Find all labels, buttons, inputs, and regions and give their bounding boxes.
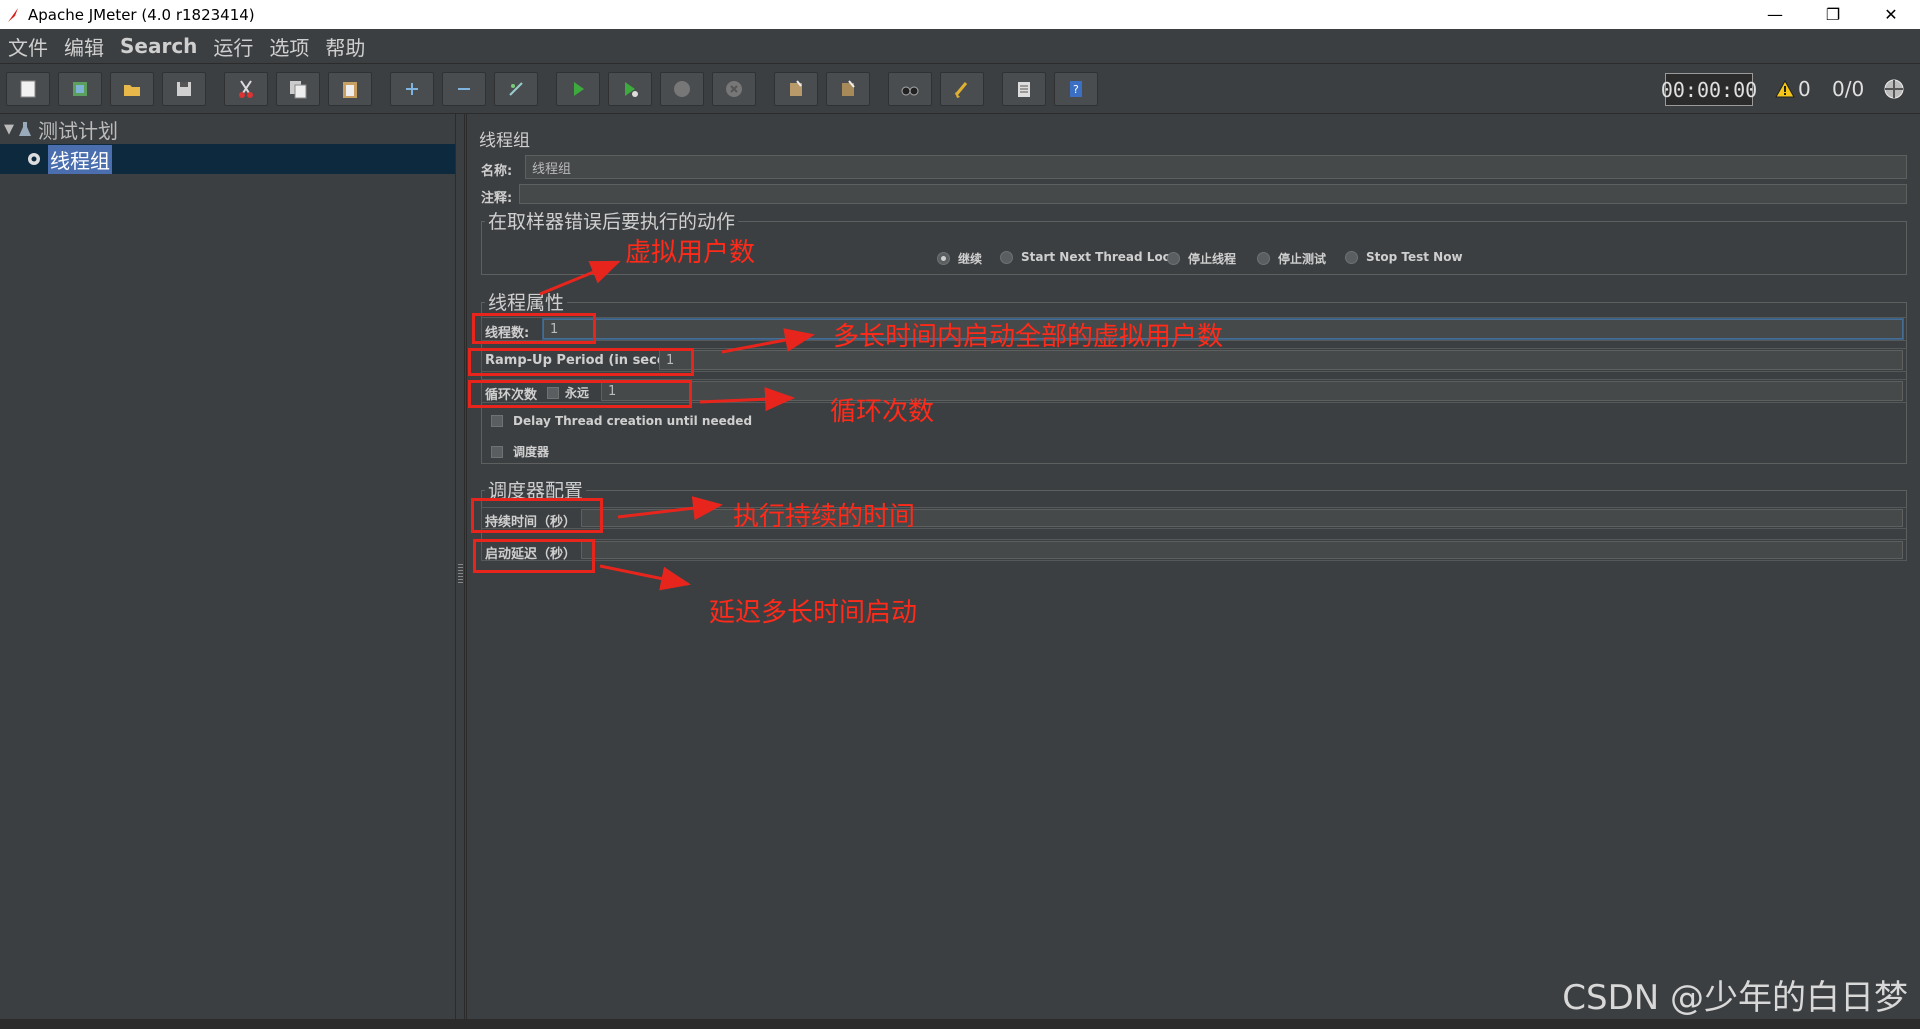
new-file-icon: [20, 80, 36, 98]
open-folder-icon: [124, 85, 140, 96]
jmeter-feather-icon: [8, 7, 18, 22]
function-helper-button[interactable]: [1002, 72, 1046, 106]
stop-icon: [674, 81, 690, 97]
radio-start-next-loop[interactable]: Start Next Thread Loop: [1000, 250, 1180, 264]
menu-search[interactable]: Search: [112, 34, 205, 58]
menu-edit[interactable]: 编辑: [56, 32, 112, 61]
menu-file[interactable]: 文件: [0, 32, 56, 61]
rampup-input[interactable]: 1: [659, 350, 1903, 370]
highlight-duration: [471, 498, 603, 533]
copy-button[interactable]: [276, 72, 320, 106]
bottom-bar: [0, 1019, 1920, 1029]
title-bar: Apache JMeter (4.0 r1823414) — ❐ ✕: [0, 0, 1920, 29]
thread-properties-title: 线程属性: [485, 288, 568, 315]
new-button[interactable]: [6, 72, 50, 106]
shutdown-icon: [726, 81, 742, 97]
gear-icon: [28, 153, 40, 165]
loop-count-input[interactable]: 1: [601, 381, 1903, 401]
clear-button[interactable]: [774, 72, 818, 106]
menu-bar: 文件 编辑 Search 运行 选项 帮助: [0, 29, 1920, 64]
highlight-rampup: [468, 348, 694, 376]
play-no-timers-icon: [625, 82, 638, 97]
csdn-watermark: CSDN @少年的白日梦: [1562, 978, 1908, 1018]
collapse-button[interactable]: [442, 72, 486, 106]
tree-label-test-plan: 测试计划: [38, 118, 118, 143]
delay-thread-checkbox[interactable]: Delay Thread creation until needed: [491, 414, 752, 428]
svg-text:?: ?: [1073, 83, 1079, 96]
clear-broom-icon: [790, 80, 802, 96]
save-icon: [177, 82, 191, 96]
elapsed-timer: 00:00:00: [1661, 73, 1757, 106]
name-input[interactable]: 线程组: [525, 155, 1907, 179]
toolbar: ? 00:00:00 0 0/0: [0, 64, 1920, 114]
annotation-virtual-users: 虚拟用户数: [625, 238, 756, 268]
radio-continue[interactable]: 继续: [937, 250, 982, 267]
radio-stop-test-now[interactable]: Stop Test Now: [1345, 250, 1463, 264]
tree-item-test-plan[interactable]: ▼ 测试计划: [4, 114, 118, 144]
annotation-rampup: 多长时间内启动全部的虚拟用户数: [833, 322, 1224, 352]
test-plan-tree: ▼ 测试计划 线程组: [0, 114, 456, 1019]
help-icon: ?: [1070, 81, 1082, 97]
startup-delay-input[interactable]: [581, 541, 1903, 559]
copy-icon: [290, 81, 307, 99]
annotation-duration: 执行持续的时间: [733, 502, 916, 532]
tree-label-thread-group: 线程组: [48, 144, 112, 174]
start-no-pause-button[interactable]: [608, 72, 652, 106]
highlight-threads: [472, 313, 596, 344]
menu-options[interactable]: 选项: [261, 32, 317, 61]
menu-help[interactable]: 帮助: [317, 32, 373, 61]
reset-search-button[interactable]: [940, 72, 984, 106]
name-label: 名称:: [481, 164, 513, 179]
highlight-loop: [468, 380, 692, 408]
warnings-indicator[interactable]: 0: [1775, 77, 1811, 101]
broom-icon: [954, 82, 968, 98]
expand-arrow-icon[interactable]: ▼: [4, 122, 14, 137]
close-button[interactable]: ✕: [1862, 0, 1920, 29]
toggle-wand-icon: [509, 82, 523, 96]
search-button[interactable]: [888, 72, 932, 106]
error-group-title: 在取样器错误后要执行的动作: [485, 207, 739, 234]
clear-all-icon: [842, 80, 855, 96]
stop-button[interactable]: [660, 72, 704, 106]
templates-icon: [73, 82, 87, 96]
annotation-startup-delay: 延迟多长时间启动: [709, 598, 918, 628]
paste-button[interactable]: [328, 72, 372, 106]
paste-icon: [343, 82, 357, 98]
window-title: Apache JMeter (4.0 r1823414): [28, 5, 255, 24]
globe-icon[interactable]: [1883, 78, 1905, 100]
annotation-loop: 循环次数: [830, 397, 935, 427]
binoculars-icon: [901, 86, 919, 96]
tree-item-thread-group[interactable]: 线程组: [0, 144, 455, 174]
radio-stop-thread[interactable]: 停止线程: [1167, 250, 1236, 267]
toggle-button[interactable]: [494, 72, 538, 106]
list-icon: [1018, 82, 1030, 97]
minus-icon: [458, 88, 470, 90]
scheduler-checkbox[interactable]: 调度器: [491, 443, 549, 460]
templates-button[interactable]: [58, 72, 102, 106]
start-button[interactable]: [556, 72, 600, 106]
menu-run[interactable]: 运行: [205, 32, 261, 61]
minimize-button[interactable]: —: [1746, 0, 1804, 29]
warning-count: 0: [1798, 77, 1811, 101]
save-button[interactable]: [162, 72, 206, 106]
scissors-icon: [239, 80, 253, 98]
radio-stop-test[interactable]: 停止测试: [1257, 250, 1326, 267]
shutdown-button[interactable]: [712, 72, 756, 106]
comment-label: 注释:: [481, 191, 513, 206]
panel-title: 线程组: [479, 131, 530, 151]
thread-ratio: 0/0: [1832, 77, 1865, 101]
help-button[interactable]: ?: [1054, 72, 1098, 106]
expand-button[interactable]: [390, 72, 434, 106]
highlight-startup-delay: [473, 539, 595, 573]
warning-icon: [1775, 80, 1795, 98]
clear-all-button[interactable]: [826, 72, 870, 106]
split-pane-divider[interactable]: [456, 114, 465, 1019]
flask-icon: [19, 122, 31, 136]
comment-input[interactable]: [519, 184, 1907, 204]
restore-button[interactable]: ❐: [1804, 0, 1862, 29]
play-icon: [574, 82, 584, 96]
plus-icon: [406, 83, 418, 95]
cut-button[interactable]: [224, 72, 268, 106]
open-button[interactable]: [110, 72, 154, 106]
